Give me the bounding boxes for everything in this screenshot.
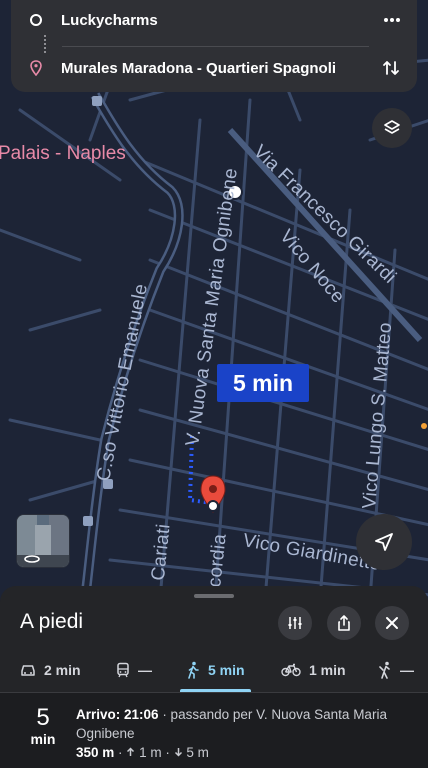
layers-icon xyxy=(384,120,400,134)
origin-circle-icon xyxy=(30,14,42,26)
mode-label: — xyxy=(138,662,152,678)
mode-label: 1 min xyxy=(309,662,346,678)
arrival-time: Arrivo: 21:06 xyxy=(76,707,159,722)
route-result[interactable]: 5 min Arrivo: 21:06 · passando per V. Nu… xyxy=(0,693,428,768)
descent-value: 5 m xyxy=(186,745,209,760)
ascent-value: 1 m xyxy=(139,745,162,760)
descent-arrow-icon xyxy=(174,748,182,757)
eta-unit: min xyxy=(30,731,56,747)
close-button[interactable] xyxy=(375,606,409,640)
travel-mode-tabs: 2 min — 5 min 1 min — xyxy=(0,648,428,692)
eta-block: 5 min xyxy=(20,704,66,748)
walk-icon xyxy=(188,661,199,679)
tune-icon xyxy=(288,617,302,629)
sheet-drag-handle[interactable] xyxy=(194,594,234,598)
car-icon xyxy=(21,665,35,676)
eta-number: 5 xyxy=(36,704,50,731)
transit-icon xyxy=(117,662,129,678)
more-options-button[interactable] xyxy=(377,8,407,32)
mode-tab-walk[interactable]: 5 min xyxy=(180,648,251,692)
ride-icon xyxy=(379,661,390,679)
swap-vertical-icon xyxy=(383,61,399,75)
map-layers-button[interactable] xyxy=(372,108,412,148)
destination-row[interactable]: Murales Maradona - Quartieri Spagnoli xyxy=(11,48,417,88)
route-options-button[interactable] xyxy=(278,606,312,640)
mode-tab-bike[interactable]: 1 min xyxy=(281,648,346,692)
route-distance: 350 m xyxy=(76,745,115,760)
route-stats: 350 m · 1 m · 5 m xyxy=(76,745,209,760)
bike-icon xyxy=(281,663,301,677)
poi-dot xyxy=(421,423,427,429)
sheet-title: A piedi xyxy=(20,610,84,633)
street-view-image xyxy=(17,515,69,567)
directions-sheet: A piedi 2 min — 5 min 1 min — 5 min Arri… xyxy=(0,586,428,768)
route-summary: Arrivo: 21:06 · passando per V. Nuova Sa… xyxy=(76,705,406,743)
mode-label: 2 min xyxy=(44,662,81,678)
destination-pin-icon xyxy=(30,60,42,76)
share-button[interactable] xyxy=(327,606,361,640)
divider xyxy=(62,46,369,47)
mode-tab-ride[interactable]: — xyxy=(378,648,414,692)
transit-stop-icon xyxy=(92,96,102,106)
destination-text[interactable]: Murales Maradona - Quartieri Spagnoli xyxy=(61,60,336,77)
transit-stop-icon xyxy=(83,516,93,526)
mode-tab-transit[interactable]: — xyxy=(116,648,152,692)
route-duration-label[interactable]: 5 min xyxy=(217,364,309,402)
recenter-button[interactable] xyxy=(356,514,412,570)
street-view-thumbnail[interactable] xyxy=(16,514,70,568)
mode-tab-drive[interactable]: 2 min xyxy=(20,648,81,692)
origin-text[interactable]: Luckycharms xyxy=(61,12,158,29)
route-card: Luckycharms Murales Maradona - Quartieri… xyxy=(11,0,417,92)
more-horizontal-icon xyxy=(384,18,400,22)
origin-row[interactable]: Luckycharms xyxy=(11,0,417,40)
mode-label: — xyxy=(400,662,414,678)
poi-label[interactable]: Palais - Naples xyxy=(0,143,126,165)
ascent-arrow-icon xyxy=(127,747,135,756)
mode-label: 5 min xyxy=(208,662,245,678)
close-icon xyxy=(386,617,398,629)
maps-directions-screen: Palais - Naples Via Francesco Girardi Vi… xyxy=(0,0,428,768)
navigation-arrow-icon xyxy=(375,533,393,551)
swap-route-button[interactable] xyxy=(377,54,405,82)
share-icon xyxy=(338,615,350,631)
